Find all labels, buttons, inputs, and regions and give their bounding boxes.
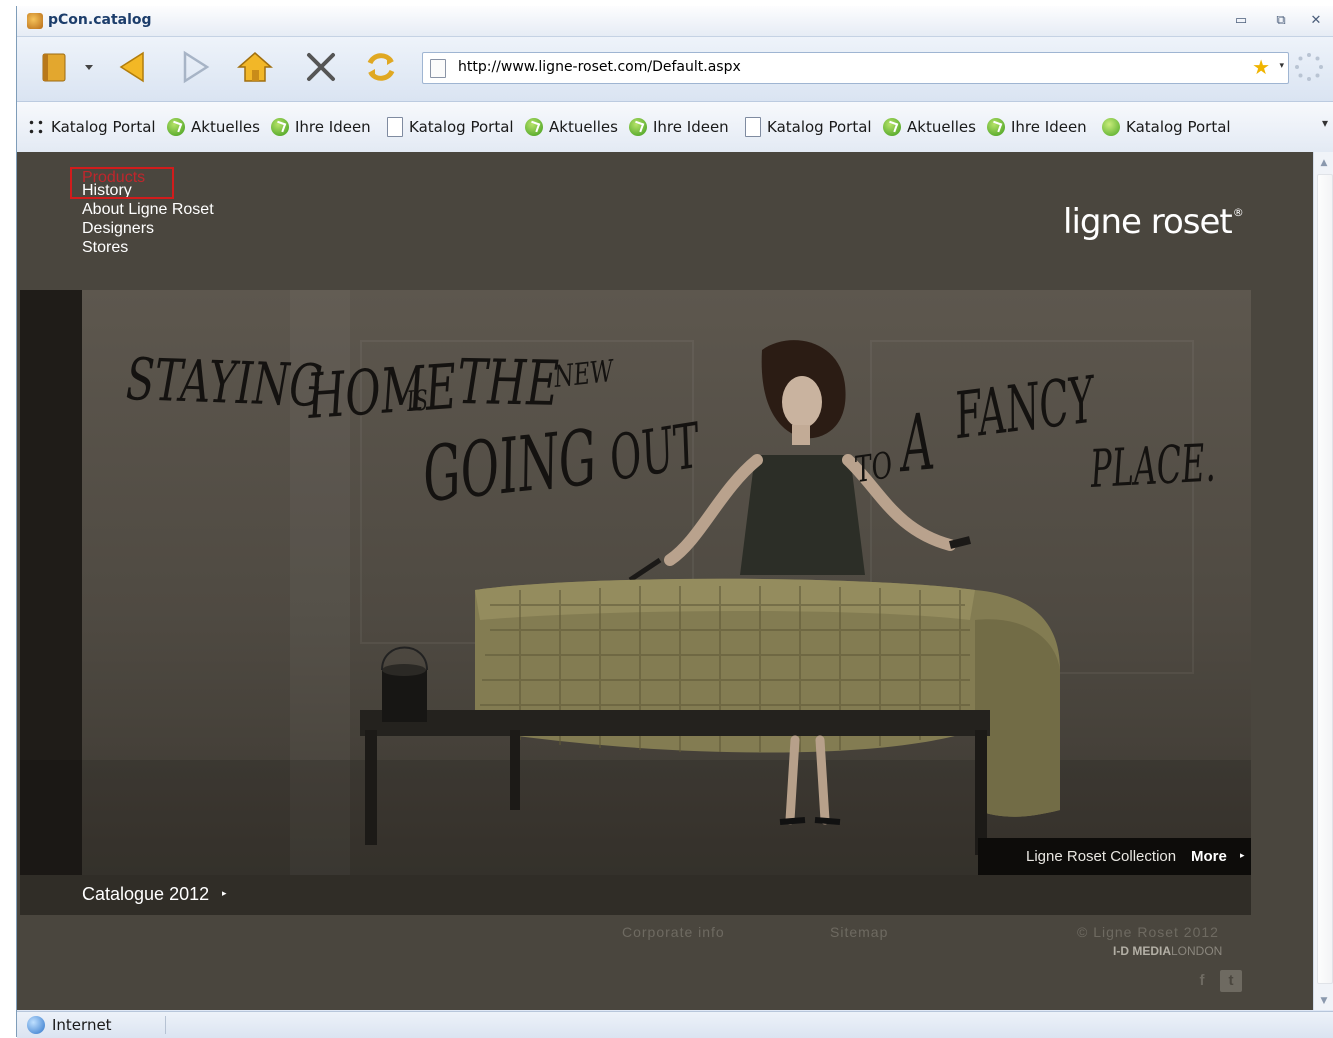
bookmark-label: Aktuelles xyxy=(907,118,976,136)
bookmark-aktuelles[interactable]: Aktuelles xyxy=(167,116,260,138)
bookmark-label: Ihre Ideen xyxy=(653,118,729,136)
hero-scrawl-word: THE xyxy=(457,345,560,420)
app-icon xyxy=(27,13,43,29)
restore-button[interactable]: ⧉ xyxy=(1272,14,1290,28)
browser-window: pCon.catalog ▭ ⧉ ✕ http://www.ligne-rose… xyxy=(16,6,1333,1038)
hero-scrawl-word: HOME xyxy=(304,349,460,433)
close-button[interactable]: ✕ xyxy=(1307,14,1325,28)
minimize-button[interactable]: ▭ xyxy=(1232,14,1250,28)
bookmark-aktuelles[interactable]: Aktuelles xyxy=(883,116,976,138)
bookmark-ihre-ideen[interactable]: Ihre Ideen xyxy=(629,116,729,138)
nav-designers[interactable]: Designers xyxy=(82,219,214,238)
products-highlight-box xyxy=(70,167,174,199)
green-check-icon xyxy=(525,118,543,136)
green-check-icon xyxy=(167,118,185,136)
twitter-icon[interactable]: t xyxy=(1220,970,1242,992)
window-title: pCon.catalog xyxy=(48,12,152,28)
collection-more-link[interactable]: Ligne Roset Collection More ▸ xyxy=(978,838,1251,875)
bookmark-katalog-portal[interactable]: Katalog Portal xyxy=(387,116,514,138)
page-icon xyxy=(430,59,446,78)
scrollbar-thumb[interactable] xyxy=(1317,174,1333,984)
bookmark-label: Ihre Ideen xyxy=(295,118,371,136)
scroll-down-icon[interactable]: ▼ xyxy=(1318,996,1330,1006)
hero-scrawl-word: PLACE. xyxy=(1088,433,1217,500)
book-icon[interactable] xyxy=(35,47,75,87)
copyright-text: © Ligne Roset 2012 xyxy=(1077,924,1219,940)
hero-scrawl-word: OUT xyxy=(604,408,705,495)
loading-spinner-icon xyxy=(1295,53,1323,81)
home-icon[interactable] xyxy=(235,47,275,87)
dropdown-arrow-icon[interactable] xyxy=(79,47,99,87)
address-bar[interactable]: http://www.ligne-roset.com/Default.aspx … xyxy=(422,52,1289,84)
hero-scrawl-word: STAYING xyxy=(125,345,324,420)
address-url[interactable]: http://www.ligne-roset.com/Default.aspx xyxy=(458,59,741,75)
page-icon xyxy=(387,117,403,137)
sitemap-link[interactable]: Sitemap xyxy=(830,924,888,940)
bookmark-label: Ihre Ideen xyxy=(1011,118,1087,136)
bookmark-label: Katalog Portal xyxy=(51,118,156,136)
vertical-scrollbar[interactable]: ▲ ▼ xyxy=(1313,152,1333,1010)
arrow-right-icon: ▸ xyxy=(1240,850,1245,860)
agency-credit[interactable]: I-D MEDIALONDON xyxy=(1113,944,1222,958)
back-icon[interactable] xyxy=(113,47,153,87)
address-dropdown-icon[interactable]: ▾ xyxy=(1279,61,1284,71)
bookmark-label: Katalog Portal xyxy=(767,118,872,136)
collection-label: Ligne Roset Collection xyxy=(1026,848,1177,865)
catalogue-link[interactable]: Catalogue 2012 ▸ xyxy=(20,875,1251,915)
hero-banner[interactable]: STAYING HOME IS THE NEW GOING OUT TO A F… xyxy=(20,290,1251,875)
bookmark-katalog-portal[interactable]: Katalog Portal xyxy=(1102,116,1231,138)
nav-stores[interactable]: Stores xyxy=(82,238,214,257)
bookmarks-overflow-icon[interactable]: ▾ xyxy=(1322,116,1328,130)
stop-icon[interactable] xyxy=(301,47,341,87)
facebook-icon[interactable]: f xyxy=(1191,970,1213,992)
catalogue-label: Catalogue 2012 xyxy=(82,884,210,904)
forward-icon[interactable] xyxy=(175,47,215,87)
security-zone-label: Internet xyxy=(52,1016,112,1034)
logo-text: ligne roset xyxy=(1063,202,1233,242)
green-plus-icon xyxy=(1102,118,1120,136)
status-bar: Internet xyxy=(17,1011,1333,1038)
hero-scrawl-word: IS xyxy=(405,383,430,418)
favorite-star-icon[interactable]: ★ xyxy=(1252,56,1270,78)
bookmark-katalog-portal[interactable]: Katalog Portal xyxy=(27,116,156,138)
green-check-icon xyxy=(629,118,647,136)
bookmark-label: Katalog Portal xyxy=(409,118,514,136)
bookmark-label: Aktuelles xyxy=(191,118,260,136)
bookmark-katalog-portal[interactable]: Katalog Portal xyxy=(745,116,872,138)
agency-bold: I-D MEDIA xyxy=(1113,944,1171,958)
bookmarks-bar: Katalog Portal Aktuelles Ihre Ideen Kata… xyxy=(17,102,1333,153)
title-bar: pCon.catalog ▭ ⧉ ✕ xyxy=(17,6,1333,37)
page-icon xyxy=(745,117,761,137)
hero-scrawl-word: GOING xyxy=(418,412,601,519)
ligne-roset-logo[interactable]: ligne roset® xyxy=(1063,202,1244,242)
bookmark-ihre-ideen[interactable]: Ihre Ideen xyxy=(987,116,1087,138)
registered-mark: ® xyxy=(1232,206,1244,219)
bookmark-label: Aktuelles xyxy=(549,118,618,136)
internet-globe-icon xyxy=(27,1016,45,1034)
green-check-icon xyxy=(987,118,1005,136)
green-check-icon xyxy=(271,118,289,136)
bookmark-ihre-ideen[interactable]: Ihre Ideen xyxy=(271,116,371,138)
dots-grid-icon xyxy=(27,118,45,136)
agency-rest: LONDON xyxy=(1171,944,1223,958)
bookmark-aktuelles[interactable]: Aktuelles xyxy=(525,116,618,138)
scroll-up-icon[interactable]: ▲ xyxy=(1318,158,1330,168)
status-divider xyxy=(165,1016,166,1034)
hero-scrawl-word: TO xyxy=(852,445,896,491)
bookmark-label: Katalog Portal xyxy=(1126,118,1231,136)
more-label: More xyxy=(1191,848,1227,865)
refresh-icon[interactable] xyxy=(361,47,401,87)
page-viewport: Products History About Ligne Roset Desig… xyxy=(17,152,1313,1010)
navigation-toolbar: http://www.ligne-roset.com/Default.aspx … xyxy=(17,37,1333,102)
hero-scrawl-word: NEW xyxy=(552,353,615,395)
nav-about[interactable]: About Ligne Roset xyxy=(82,200,214,219)
arrow-right-icon: ▸ xyxy=(222,889,227,899)
green-check-icon xyxy=(883,118,901,136)
corporate-info-link[interactable]: Corporate info xyxy=(622,924,725,940)
